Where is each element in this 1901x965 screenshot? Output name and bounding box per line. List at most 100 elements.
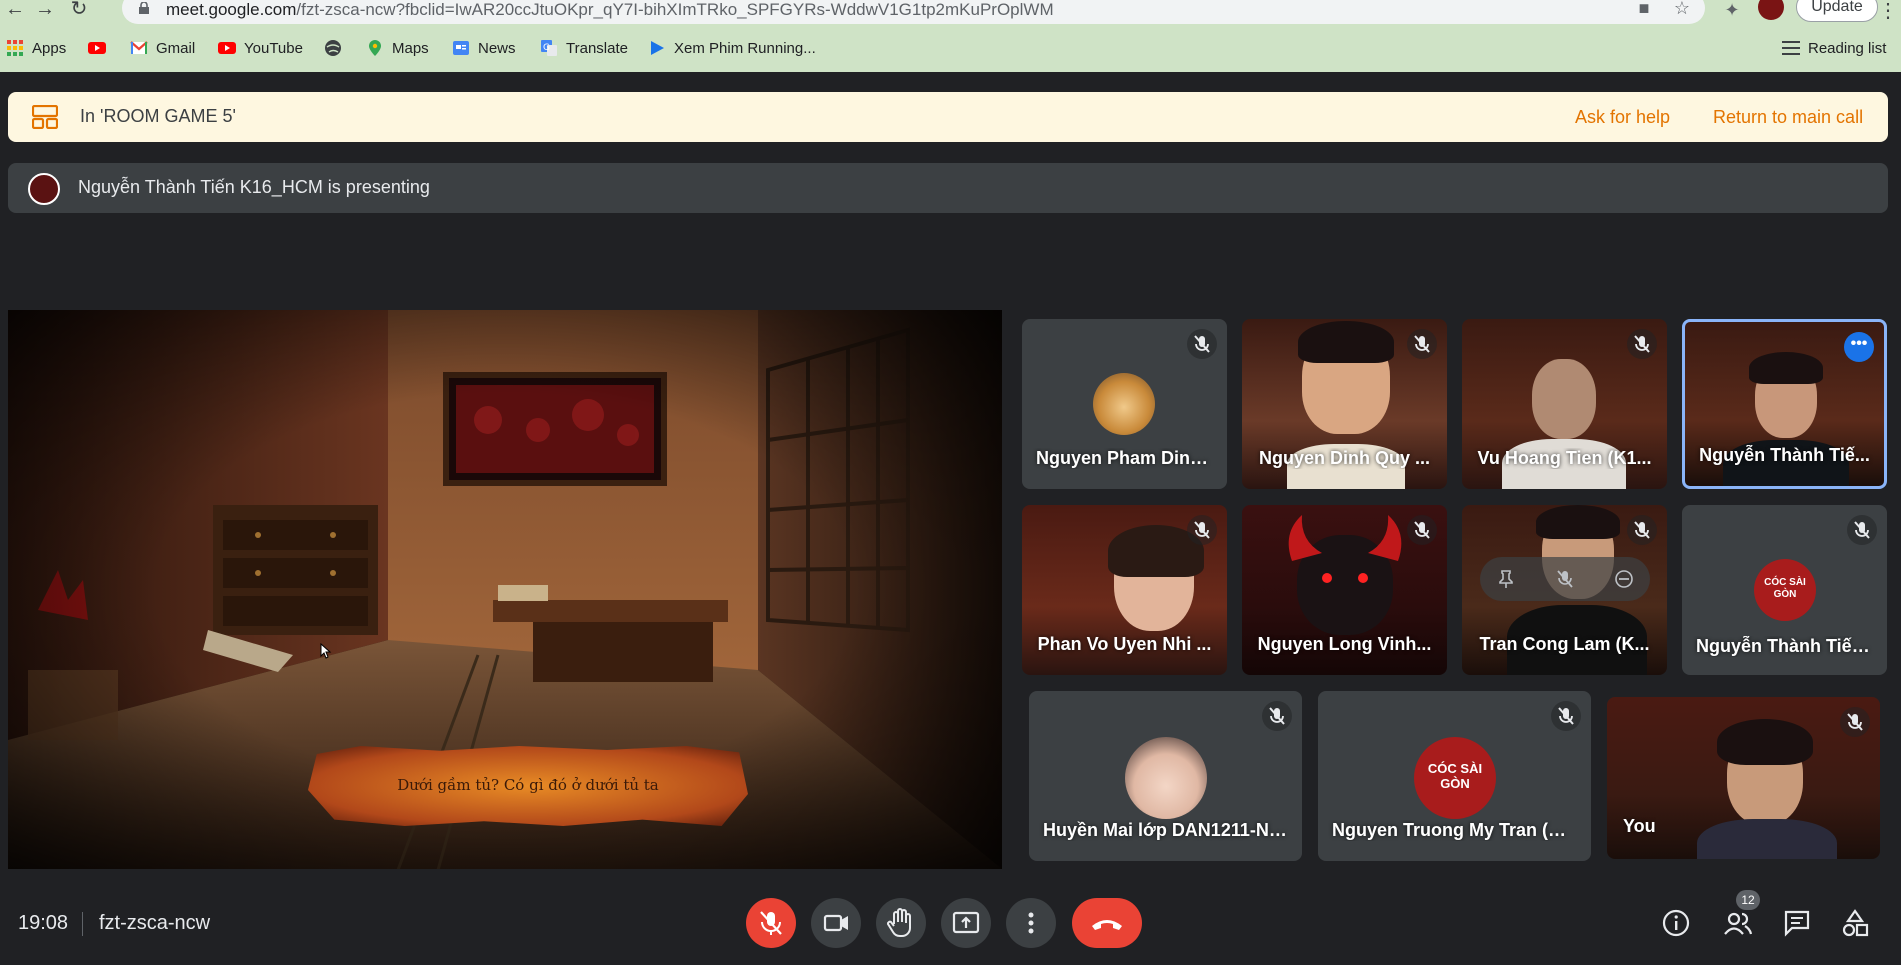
apps-grid-icon	[7, 40, 23, 56]
address-bar[interactable]: meet.google.com/fzt-zsca-ncw?fbclid=IwAR…	[122, 0, 1705, 24]
extensions-icon[interactable]: ✦	[1720, 0, 1744, 20]
participant-name: Phan Vo Uyen Nhi ...	[1037, 634, 1212, 654]
bookmark-maps[interactable]: Maps	[366, 36, 429, 60]
remove-icon[interactable]	[1614, 569, 1634, 589]
participant-name: Nguyễn Thành Tiến...	[1696, 636, 1878, 656]
back-icon[interactable]: ←	[2, 0, 28, 20]
bookmark-news[interactable]: News	[452, 36, 516, 60]
devil-eye	[1358, 573, 1368, 583]
reading-list-button[interactable]: Reading list	[1782, 36, 1886, 60]
participant-avatar-logo: CÓC SÀI GÒN	[1754, 559, 1816, 621]
pin-icon[interactable]	[1496, 569, 1516, 589]
participant-count-badge: 12	[1736, 890, 1760, 910]
participant-hair	[1749, 352, 1823, 384]
participant-tile[interactable]: Phan Vo Uyen Nhi ...	[1022, 505, 1227, 675]
participant-avatar-dog	[1093, 373, 1155, 435]
presenting-bar: Nguyễn Thành Tiến K16_HCM is presenting	[8, 163, 1888, 213]
hang-up-icon	[1092, 920, 1122, 930]
ask-for-help-button[interactable]: Ask for help	[1575, 107, 1670, 128]
participant-tile[interactable]: Nguyen Long Vinh...	[1242, 505, 1447, 675]
translate-icon: G	[541, 40, 557, 56]
forward-icon[interactable]: →	[32, 0, 58, 20]
participant-name-self: You	[1623, 816, 1656, 836]
participant-hair	[1536, 505, 1620, 539]
participant-name: Huyền Mai lớp DAN1211-NH...	[1043, 820, 1297, 840]
mic-off-icon	[1187, 515, 1217, 545]
mouse-cursor-icon	[320, 643, 332, 659]
gmail-icon	[130, 41, 148, 54]
camera-toggle-button[interactable]	[811, 898, 861, 948]
reading-list-label: Reading list	[1808, 39, 1887, 57]
presenter-avatar	[28, 173, 60, 205]
devil-eye	[1322, 573, 1332, 583]
participant-face	[1532, 359, 1596, 439]
browser-menu-icon[interactable]: ⋮	[1878, 0, 1898, 22]
mic-off-icon	[1187, 329, 1217, 359]
mic-off-icon[interactable]	[1555, 569, 1575, 589]
footer-divider	[82, 912, 83, 936]
raise-hand-button[interactable]	[876, 898, 926, 948]
mic-toggle-button[interactable]	[746, 898, 796, 948]
breakout-room-name: In 'ROOM GAME 5'	[80, 106, 236, 126]
mic-off-icon	[1262, 701, 1292, 731]
participant-hair	[1717, 719, 1813, 765]
bookmark-label: Translate	[566, 39, 628, 57]
update-button[interactable]: Update	[1796, 0, 1878, 22]
participant-tile[interactable]: Nguyen Dinh Quy ...	[1242, 319, 1447, 489]
participant-tile[interactable]: Nguyen Pham Dinh ...	[1022, 319, 1227, 489]
url-path: /fzt-zsca-ncw?fbclid=IwAR20ccJtuOKpr_qY7…	[296, 0, 1054, 19]
bookmarks-bar: Apps Gmail YouTube Maps News G Translate	[0, 36, 1901, 60]
bookmark-label: Maps	[392, 39, 429, 57]
bookmark-xem-phim[interactable]: Xem Phim Running...	[648, 36, 816, 60]
bookmark-youtube-icon-only[interactable]	[88, 36, 114, 60]
star-icon[interactable]: ☆	[1672, 0, 1692, 18]
avatar-logo-text: CÓC SÀI GÒN	[1764, 577, 1806, 600]
chat-icon[interactable]	[1782, 908, 1812, 938]
devil-horns-icon	[1288, 515, 1402, 561]
participant-tile[interactable]: CÓC SÀI GÒN Nguyễn Thành Tiến...	[1682, 505, 1887, 675]
bookmark-label: Xem Phim Running...	[674, 39, 816, 57]
mic-off-icon	[1407, 515, 1437, 545]
present-screen-icon	[952, 911, 980, 934]
youtube-icon	[218, 42, 236, 54]
browser-chrome: ← → ↻ meet.google.com/fzt-zsca-ncw?fbcli…	[0, 0, 1901, 72]
activities-icon[interactable]	[1840, 908, 1870, 938]
mic-off-icon	[760, 911, 782, 935]
raise-hand-icon	[887, 908, 911, 938]
lock-icon	[139, 2, 149, 14]
people-icon[interactable]	[1722, 908, 1752, 938]
participant-tile-active[interactable]: ••• Nguyễn Thành Tiế...	[1682, 319, 1887, 489]
more-options-button[interactable]	[1006, 898, 1056, 948]
globe-icon	[325, 40, 341, 56]
url-text: meet.google.com/fzt-zsca-ncw?fbclid=IwAR…	[166, 0, 1054, 20]
participant-tile[interactable]: CÓC SÀI GÒN Nguyen Truong My Tran (K1...	[1318, 691, 1591, 861]
reload-icon[interactable]: ↻	[66, 0, 92, 20]
participant-name: Nguyen Dinh Quy ...	[1258, 448, 1430, 468]
participant-name: Nguyen Long Vinh...	[1257, 634, 1432, 654]
participant-tile[interactable]: Tran Cong Lam (K...	[1462, 505, 1667, 675]
bookmark-apps[interactable]: Apps	[6, 36, 66, 60]
mic-off-icon	[1847, 515, 1877, 545]
bookmark-gmail[interactable]: Gmail	[130, 36, 195, 60]
profile-avatar[interactable]	[1758, 0, 1784, 20]
participant-tile-self[interactable]: You	[1607, 697, 1880, 859]
participant-tile[interactable]: Huyền Mai lớp DAN1211-NH...	[1029, 691, 1302, 861]
bookmark-translate[interactable]: G Translate	[540, 36, 628, 60]
shared-screen-presentation[interactable]: Dưới gầm tủ? Có gì đó ở dưới tủ ta	[8, 310, 1002, 869]
present-now-button[interactable]	[941, 898, 991, 948]
more-options-icon[interactable]: •••	[1844, 332, 1874, 362]
camera-icon[interactable]: ■	[1634, 0, 1654, 18]
bookmark-globe[interactable]	[324, 36, 350, 60]
bookmark-youtube[interactable]: YouTube	[218, 36, 303, 60]
participant-tile[interactable]: Vu Hoang Tien (K1...	[1462, 319, 1667, 489]
avatar-logo-text: CÓC SÀI GÒN	[1427, 761, 1483, 791]
mic-off-icon	[1627, 515, 1657, 545]
return-to-main-call-button[interactable]: Return to main call	[1713, 107, 1863, 128]
meeting-code: fzt-zsca-ncw	[99, 912, 211, 934]
svg-text:G: G	[543, 43, 550, 53]
leave-call-button[interactable]	[1072, 898, 1142, 948]
mic-off-icon	[1840, 707, 1870, 737]
mic-off-icon	[1407, 329, 1437, 359]
url-host: meet.google.com	[166, 0, 297, 19]
meeting-details-info-icon[interactable]	[1661, 908, 1691, 938]
